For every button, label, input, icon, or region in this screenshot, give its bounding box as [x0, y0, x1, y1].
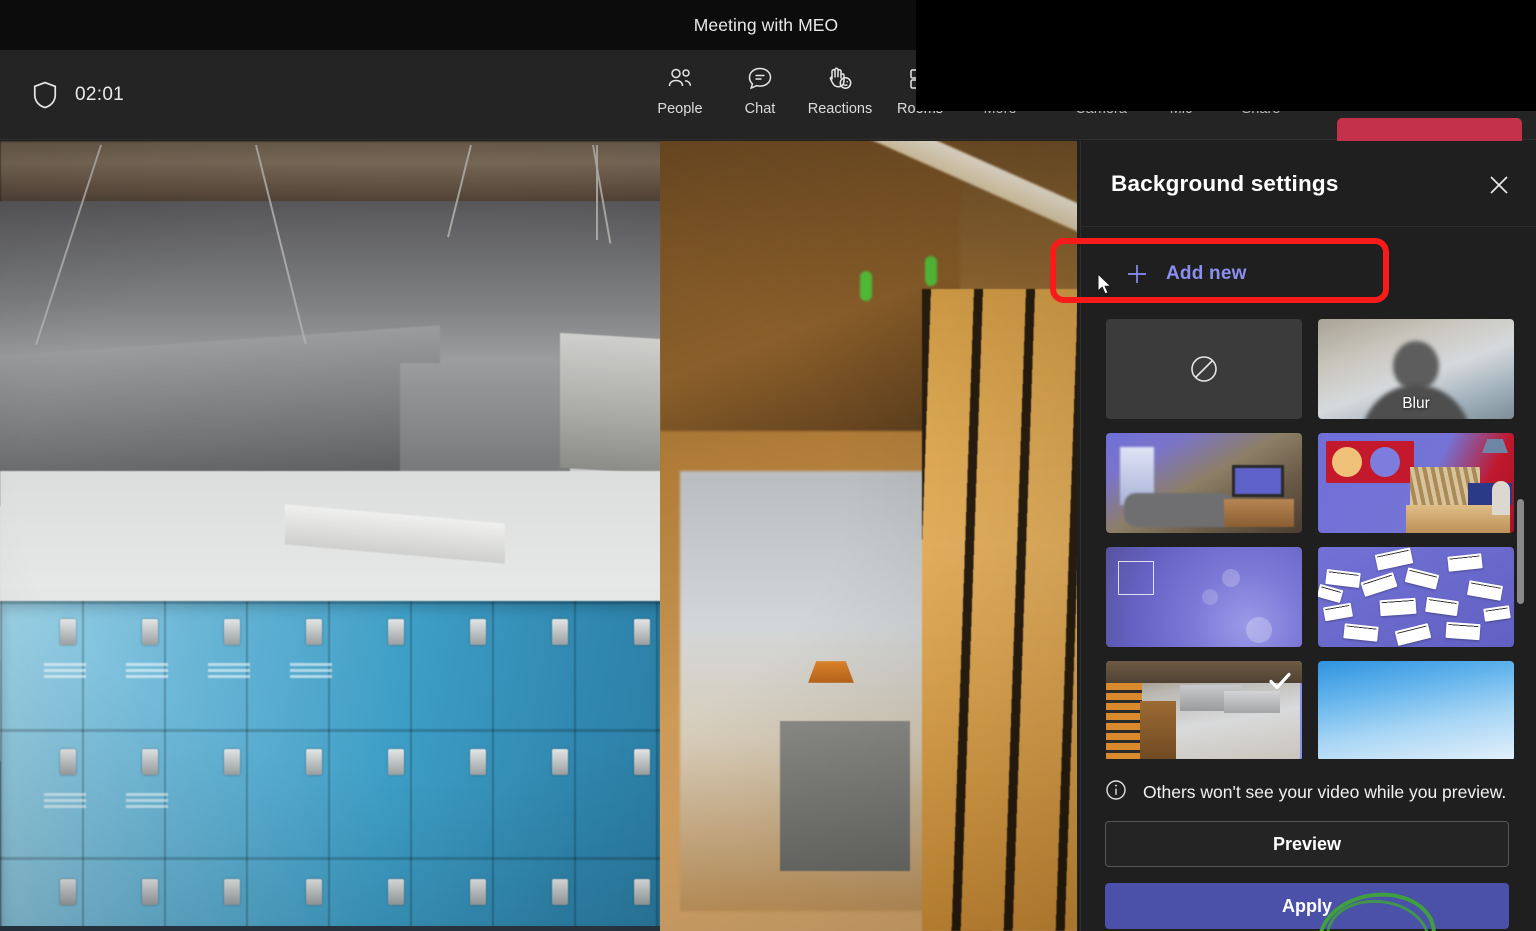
background-option-room1[interactable]: [1106, 433, 1302, 533]
no-background-icon: [1187, 352, 1221, 386]
toolbar-label-people: People: [657, 101, 702, 117]
teams-meeting-window: Meeting with MEO 02:01: [0, 0, 1536, 931]
meeting-title: Meeting with MEO: [694, 15, 839, 36]
add-new-background-button[interactable]: Add new: [1101, 245, 1517, 303]
shield-icon: [32, 81, 58, 109]
toolbar-label-reactions: Reactions: [808, 101, 872, 117]
background-option-blur[interactable]: Blur: [1318, 319, 1514, 419]
toolbar-button-chat[interactable]: Chat: [720, 50, 800, 117]
apply-button[interactable]: Apply: [1105, 883, 1509, 929]
background-option-swatch[interactable]: [1106, 547, 1302, 647]
info-icon: [1105, 779, 1127, 806]
video-floor-left: [0, 926, 665, 931]
panel-title: Background settings: [1111, 171, 1339, 197]
overlay-notch: [900, 0, 916, 50]
background-option-room2[interactable]: [1318, 433, 1514, 533]
preview-info-text: Others won't see your video while you pr…: [1143, 782, 1506, 803]
self-video-feed: [0, 141, 1077, 931]
background-option-chips[interactable]: [1318, 547, 1514, 647]
add-new-label: Add new: [1166, 263, 1247, 285]
selected-check-icon: [1267, 668, 1293, 694]
background-option-blur-label: Blur: [1318, 395, 1514, 413]
chat-icon: [747, 64, 773, 94]
toolbar-left-group: 02:01: [32, 50, 124, 140]
background-option-none[interactable]: [1106, 319, 1302, 419]
thumbnail-scrollbar-thumb[interactable]: [1517, 499, 1524, 604]
preview-info-row: Others won't see your video while you pr…: [1105, 779, 1525, 806]
preview-button[interactable]: Preview: [1105, 821, 1509, 867]
background-option-office[interactable]: [1106, 661, 1302, 759]
toolbar-label-chat: Chat: [745, 101, 776, 117]
background-thumbnail-grid: Blur: [1106, 319, 1518, 759]
close-icon[interactable]: [1481, 167, 1517, 203]
people-icon: [666, 64, 694, 94]
plus-icon: [1126, 263, 1148, 285]
video-hallway: [660, 141, 1077, 931]
video-wire: [596, 145, 598, 240]
thumbnail-scrollbar-track[interactable]: [1523, 319, 1530, 759]
reactions-icon: [826, 64, 854, 94]
toolbar-button-people[interactable]: People: [640, 50, 720, 117]
background-settings-panel: Background settings Add new: [1080, 141, 1536, 931]
video-lockers: [0, 601, 665, 931]
toolbar-button-reactions[interactable]: Reactions: [800, 50, 880, 117]
black-occlusion-overlay: [916, 0, 1536, 111]
panel-header: Background settings: [1081, 141, 1536, 227]
background-option-sky[interactable]: [1318, 661, 1514, 759]
video-stage: [0, 141, 1077, 931]
meeting-timer: 02:01: [75, 84, 124, 106]
